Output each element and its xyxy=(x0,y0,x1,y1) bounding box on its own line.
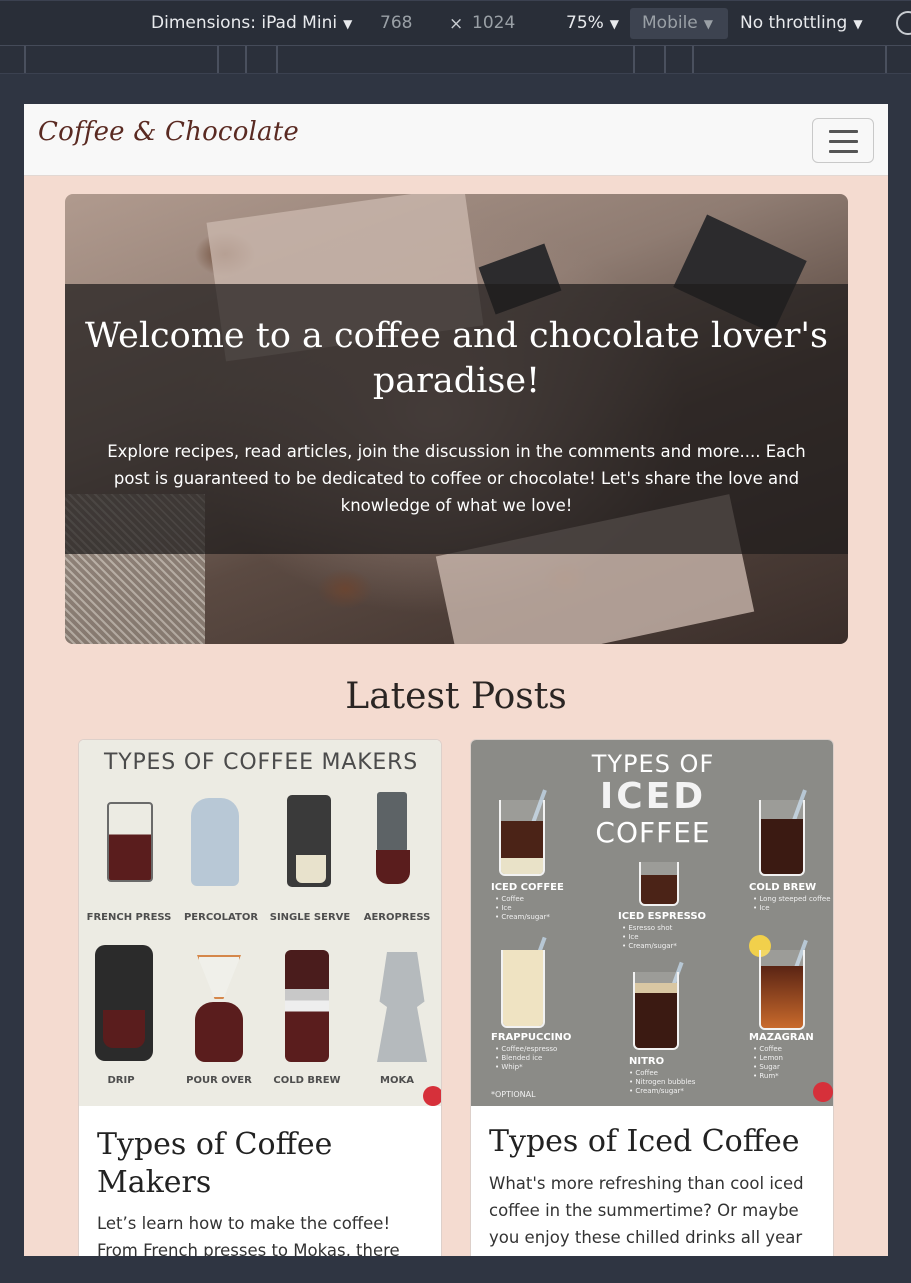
maker-label: COLD BREW xyxy=(273,1075,341,1086)
maker-label: DRIP xyxy=(107,1075,135,1086)
mug-icon xyxy=(296,855,326,883)
settings-gear-icon[interactable] xyxy=(896,11,911,35)
hero-banner: Welcome to a coffee and chocolate lover'… xyxy=(65,194,848,644)
device-mode-label: Mobile xyxy=(642,13,698,33)
maker-label: FRENCH PRESS xyxy=(86,912,172,923)
dimensions-label: Dimensions: iPad Mini xyxy=(151,13,338,33)
zoom-label: 75% xyxy=(566,13,604,33)
cold-brew-maker-icon xyxy=(285,950,329,1062)
media-query-bar xyxy=(0,46,911,74)
device-mode-dropdown[interactable]: Mobile ▼ xyxy=(630,8,728,39)
brand-badge-icon xyxy=(423,1086,441,1106)
dimensions-dropdown[interactable]: Dimensions: iPad Mini ▼ xyxy=(151,13,352,33)
zoom-dropdown[interactable]: 75% ▼ xyxy=(566,13,619,33)
iced-coffee-infographic[interactable]: TYPES OF ICED COFFEE ICED COFFEE • Coffe… xyxy=(471,740,833,1106)
moka-pot-icon xyxy=(377,952,427,1062)
drink-label: COLD BREW xyxy=(749,882,817,893)
aeropress-icon xyxy=(377,792,407,852)
media-query-marker[interactable] xyxy=(276,46,278,73)
percolator-icon xyxy=(191,798,239,886)
post-excerpt: Let’s learn how to make the coffee! From… xyxy=(97,1214,400,1256)
infographic-title: TYPES OF COFFEE MAKERS xyxy=(104,750,418,775)
navbar: Coffee & Chocolate xyxy=(24,104,888,176)
drink-label: MAZAGRAN xyxy=(749,1032,814,1043)
maker-label: PERCOLATOR xyxy=(183,912,259,923)
infographic-title-line1: TYPES OF xyxy=(591,750,715,778)
cold-brew-glass-icon xyxy=(759,800,805,876)
hero-title: Welcome to a coffee and chocolate lover'… xyxy=(85,316,828,401)
caret-down-icon: ▼ xyxy=(853,17,863,31)
page-viewport: Coffee & Chocolate Welcome to a coffee a… xyxy=(24,104,888,1256)
nitro-glass-icon xyxy=(633,972,679,1050)
media-query-marker[interactable] xyxy=(885,46,887,73)
post-excerpt: What's more refreshing than cool iced co… xyxy=(489,1174,804,1247)
maker-label: SINGLE SERVE xyxy=(269,912,351,923)
coffee-makers-infographic[interactable]: TYPES OF COFFEE MAKERS FRENCH PRESS PERC… xyxy=(79,740,441,1106)
maker-label: MOKA xyxy=(380,1075,414,1086)
brand-badge-icon xyxy=(813,1082,833,1102)
times-icon: × xyxy=(449,14,464,34)
pour-over-icon xyxy=(197,955,241,999)
throttling-label: No throttling xyxy=(740,13,848,33)
latest-posts-heading: Latest Posts xyxy=(345,676,567,717)
hamburger-icon xyxy=(829,130,858,133)
drip-carafe-icon xyxy=(103,1010,145,1048)
media-query-marker[interactable] xyxy=(245,46,247,73)
media-query-marker[interactable] xyxy=(664,46,666,73)
pour-over-carafe-icon xyxy=(195,1002,243,1062)
maker-label: AEROPRESS xyxy=(363,912,431,923)
caret-down-icon: ▼ xyxy=(703,17,713,31)
drink-notes: • Coffee • Ice • Cream/sugar* xyxy=(495,895,550,921)
drink-notes: • Long steeped coffee • Ice xyxy=(753,895,831,912)
media-query-marker[interactable] xyxy=(633,46,635,73)
devtools-toolbar: Dimensions: iPad Mini ▼ 768 × 1024 75% ▼ M… xyxy=(0,0,911,46)
media-query-marker[interactable] xyxy=(24,46,26,73)
infographic-title-line2: ICED xyxy=(599,776,707,817)
post-title[interactable]: Types of Coffee Makers xyxy=(97,1126,427,1202)
post-card[interactable]: TYPES OF COFFEE MAKERS FRENCH PRESS PERC… xyxy=(78,739,442,1256)
hamburger-icon xyxy=(829,140,858,143)
aeropress-cup-icon xyxy=(376,850,410,884)
mazagran-glass-icon xyxy=(759,950,805,1030)
infographic-title-line3: COFFEE xyxy=(595,816,711,849)
height-input[interactable]: 1024 xyxy=(464,10,536,38)
drink-label: FRAPPUCCINO xyxy=(491,1032,572,1043)
iced-espresso-glass-icon xyxy=(639,862,679,906)
caret-down-icon: ▼ xyxy=(343,17,353,31)
width-input[interactable]: 768 xyxy=(372,10,444,38)
frappuccino-glass-icon xyxy=(501,950,545,1028)
drink-notes: • Coffee • Lemon • Sugar • Rum* xyxy=(753,1045,783,1080)
media-query-marker[interactable] xyxy=(692,46,694,73)
post-card[interactable]: TYPES OF ICED COFFEE ICED COFFEE • Coffe… xyxy=(470,739,834,1256)
menu-toggle-button[interactable] xyxy=(812,118,874,163)
hamburger-icon xyxy=(829,150,858,153)
drink-label: NITRO xyxy=(629,1056,665,1067)
drink-label: ICED ESPRESSO xyxy=(618,911,707,922)
maker-label: POUR OVER xyxy=(186,1075,252,1086)
drink-label: ICED COFFEE xyxy=(491,882,564,893)
iced-coffee-glass-icon xyxy=(499,800,545,876)
french-press-icon xyxy=(107,802,153,882)
post-title[interactable]: Types of Iced Coffee xyxy=(489,1123,819,1161)
caret-down-icon: ▼ xyxy=(609,17,620,31)
drink-notes: • Coffee/espresso • Blended ice • Whip* xyxy=(495,1045,558,1071)
throttling-dropdown[interactable]: No throttling ▼ xyxy=(740,13,863,33)
media-query-marker[interactable] xyxy=(217,46,219,73)
drink-notes: • Coffee • Nitrogen bubbles • Cream/suga… xyxy=(629,1069,696,1095)
footnote: *OPTIONAL xyxy=(491,1090,536,1099)
hero-text: Explore recipes, read articles, join the… xyxy=(107,442,806,515)
brand-logo[interactable]: Coffee & Chocolate xyxy=(38,117,299,147)
drink-notes: • Esresso shot • Ice • Cream/sugar* xyxy=(622,924,677,950)
